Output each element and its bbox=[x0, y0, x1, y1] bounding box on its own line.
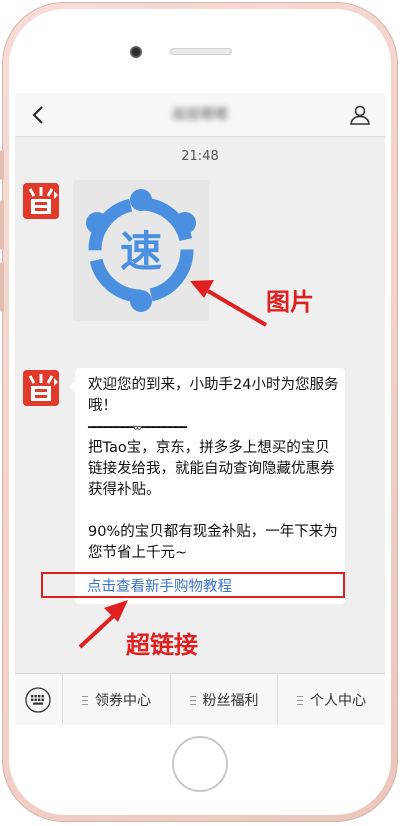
image-arrow bbox=[190, 280, 268, 327]
link-arrow bbox=[78, 600, 128, 649]
annotation-arrows bbox=[78, 280, 268, 649]
